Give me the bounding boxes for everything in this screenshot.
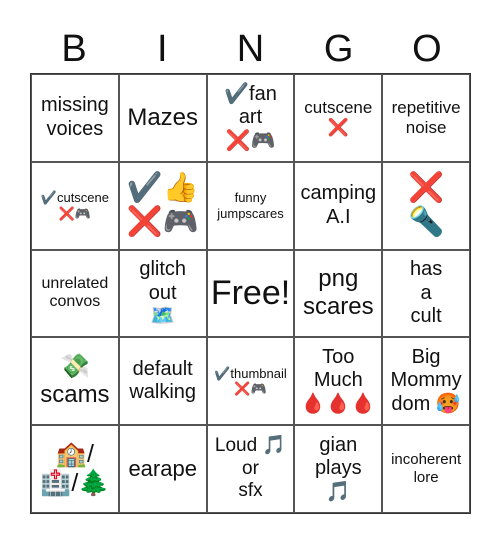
bingo-cell[interactable]: ✔️thumbnail ❌🎮 <box>206 337 295 426</box>
header-letter: O <box>412 28 442 70</box>
bingo-cell[interactable]: Mazes <box>118 74 207 162</box>
bingo-cell[interactable]: default walking <box>118 337 207 426</box>
free-cell[interactable]: Free! <box>206 249 295 338</box>
bingo-cell[interactable]: ✔️👍 ❌🎮 <box>118 161 207 250</box>
bingo-cell[interactable]: png scares <box>294 249 383 338</box>
bingo-cell[interactable]: funny jumpscares <box>206 161 295 250</box>
bingo-cell[interactable]: has a cult <box>382 249 470 338</box>
bingo-grid: missing voices Mazes ✔️fan art ❌🎮 cutsce… <box>30 73 471 514</box>
bingo-header: B I N G O <box>30 24 471 74</box>
bingo-cell[interactable]: gian plays 🎵 <box>294 425 383 513</box>
header-letter: N <box>236 28 265 70</box>
bingo-cell[interactable]: cutscene ❌ <box>294 74 383 162</box>
bingo-cell[interactable]: repetitive noise <box>382 74 470 162</box>
header-letter: B <box>61 28 87 70</box>
bingo-cell[interactable]: incoherent lore <box>382 425 470 513</box>
bingo-cell[interactable]: 🏫/ 🏥/🌲 <box>31 425 119 513</box>
bingo-cell[interactable]: missing voices <box>31 74 119 162</box>
bingo-cell[interactable]: ✔️cutscene ❌🎮 <box>31 161 119 250</box>
header-letter: I <box>157 28 168 70</box>
header-letter: G <box>323 28 354 70</box>
bingo-cell[interactable]: camping A.I <box>294 161 383 250</box>
bingo-cell[interactable]: unrelated convos <box>31 249 119 338</box>
bingo-cell[interactable]: Loud 🎵 or sfx <box>206 425 295 513</box>
bingo-cell[interactable]: earape <box>118 425 207 513</box>
bingo-cell[interactable]: glitch out 🗺️ <box>118 249 207 338</box>
bingo-cell[interactable]: ✔️fan art ❌🎮 <box>206 74 295 162</box>
bingo-cell[interactable]: Too Much 🩸🩸🩸 <box>294 337 383 426</box>
bingo-cell[interactable]: Big Mommy dom 🥵 <box>382 337 470 426</box>
bingo-cell[interactable]: 💸 scams <box>31 337 119 426</box>
bingo-cell[interactable]: ❌ 🔦 <box>382 161 470 250</box>
